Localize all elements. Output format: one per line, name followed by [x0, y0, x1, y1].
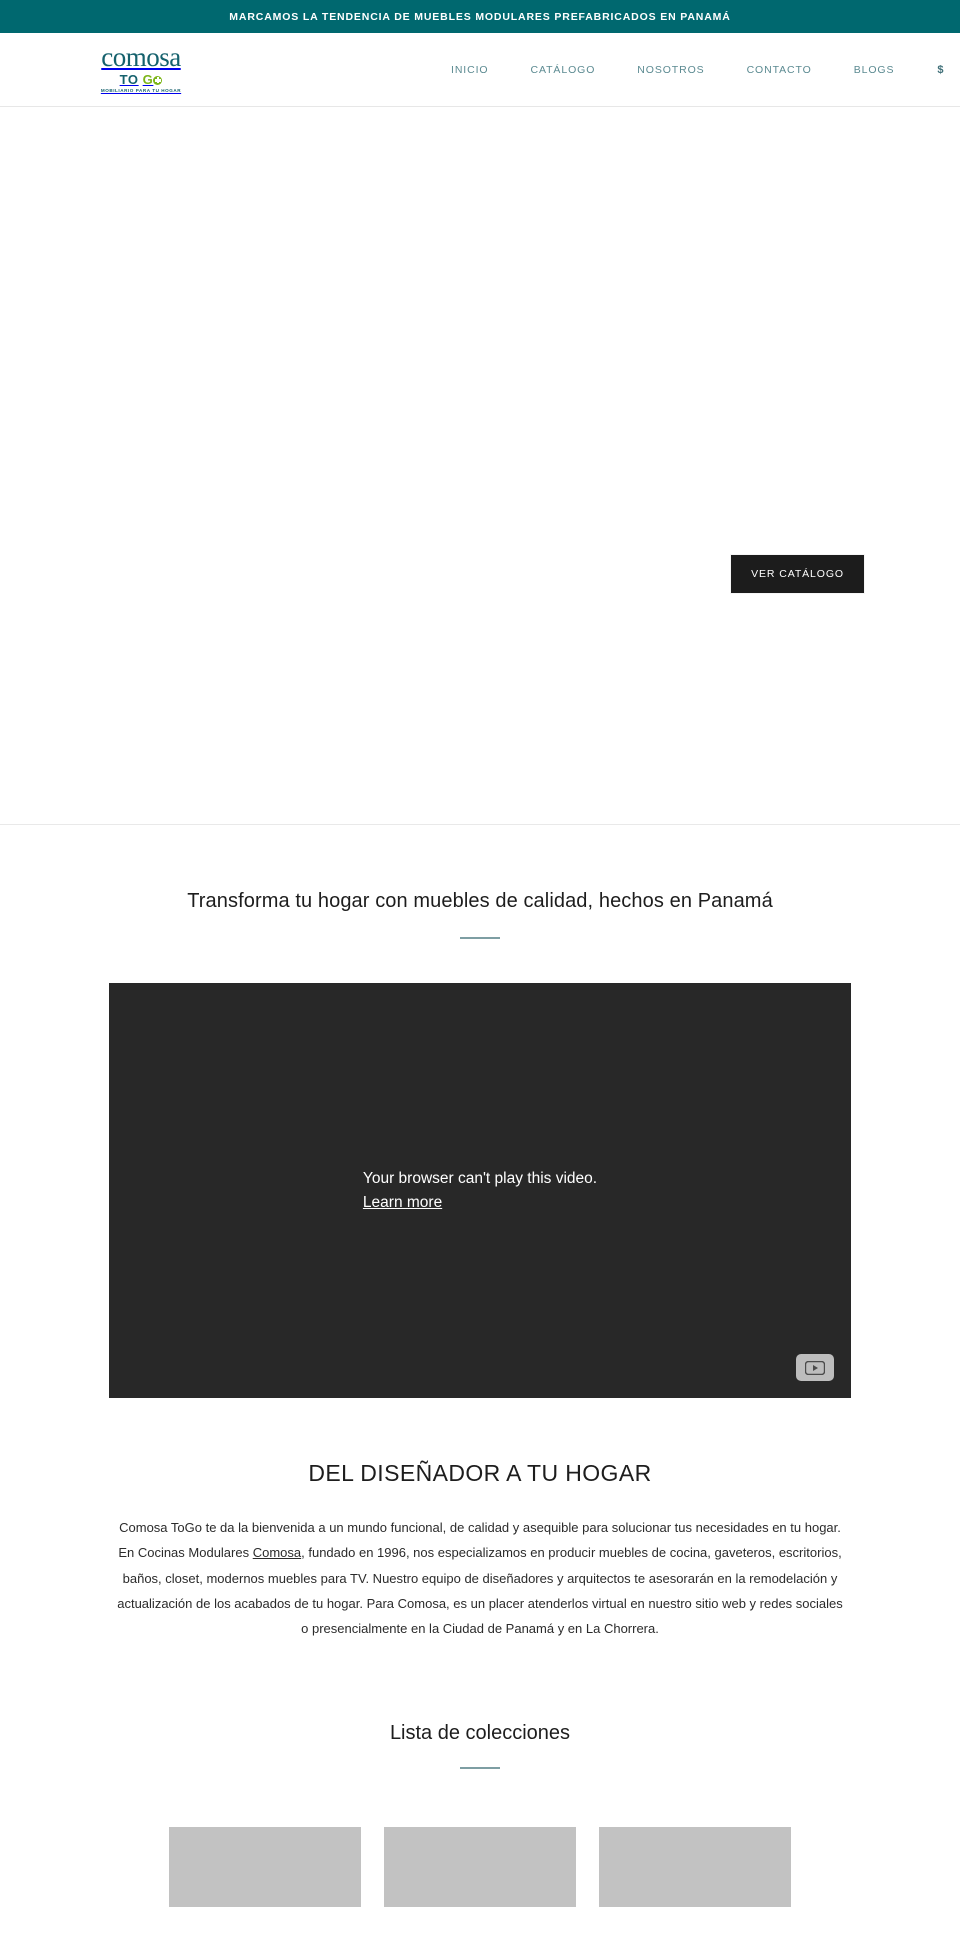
video-learn-more-link[interactable]: Learn more [363, 1191, 442, 1215]
logo-plus-circle-icon [153, 76, 163, 86]
collections-title: Lista de colecciones [389, 1721, 571, 1744]
nav-item-nosotros[interactable]: NOSOTROS [616, 58, 725, 82]
nav-item-contacto[interactable]: CONTACTO [726, 58, 833, 82]
collection-card-2[interactable] [384, 1826, 576, 1907]
collections-section: Lista de colecciones [0, 1642, 960, 1947]
designer-title: DEL DISEÑADOR A TU HOGAR [308, 1460, 652, 1486]
logo-to-text: TO [119, 72, 139, 88]
collections-divider [460, 1766, 500, 1769]
intro-divider [460, 937, 500, 939]
comosa-link[interactable]: Comosa [253, 1545, 301, 1560]
announcement-text: MARCAMOS LA TENDENCIA DE MUEBLES MODULAR… [229, 10, 731, 23]
collections-grid [0, 1826, 960, 1947]
logo-togo: TO G [120, 73, 163, 86]
site-logo[interactable]: comosa TO G MOBILIARIO PARA TU HOGAR [95, 42, 187, 94]
video-player[interactable]: Your browser can't play this video. Lear… [109, 983, 851, 1398]
video-section: Your browser can't play this video. Lear… [0, 983, 960, 1398]
designer-section: DEL DISEÑADOR A TU HOGAR Comosa ToGo te … [0, 1398, 960, 1642]
intro-title: Transforma tu hogar con muebles de calid… [187, 890, 773, 912]
video-error-message: Your browser can't play this video. Lear… [363, 1166, 597, 1214]
currency-selector[interactable]: $ [915, 58, 959, 82]
collection-card-1[interactable] [169, 1826, 361, 1907]
main-navigation: INICIO CATÁLOGO NOSOTROS CONTACTO BLOGS … [430, 58, 960, 82]
youtube-play-icon[interactable] [796, 1354, 834, 1381]
logo-wordmark: comosa [101, 42, 181, 73]
collection-card-3[interactable] [599, 1826, 791, 1907]
announcement-bar: MARCAMOS LA TENDENCIA DE MUEBLES MODULAR… [0, 0, 960, 33]
nav-item-inicio[interactable]: INICIO [430, 58, 510, 82]
site-header: comosa TO G MOBILIARIO PARA TU HOGAR INI… [0, 33, 960, 107]
video-error-text: Your browser can't play this video. [362, 1169, 598, 1187]
logo-tagline: MOBILIARIO PARA TU HOGAR [100, 88, 182, 94]
logo-go-text: G [143, 73, 163, 86]
nav-item-blogs[interactable]: BLOGS [833, 58, 916, 82]
ver-catalogo-button[interactable]: VER CATÁLOGO [731, 555, 864, 593]
nav-item-catalogo[interactable]: CATÁLOGO [510, 58, 617, 82]
designer-paragraph: Comosa ToGo te da la bienvenida a un mun… [117, 1515, 843, 1642]
intro-section: Transforma tu hogar con muebles de calid… [0, 825, 960, 939]
hero-banner: VER CATÁLOGO [0, 107, 960, 825]
